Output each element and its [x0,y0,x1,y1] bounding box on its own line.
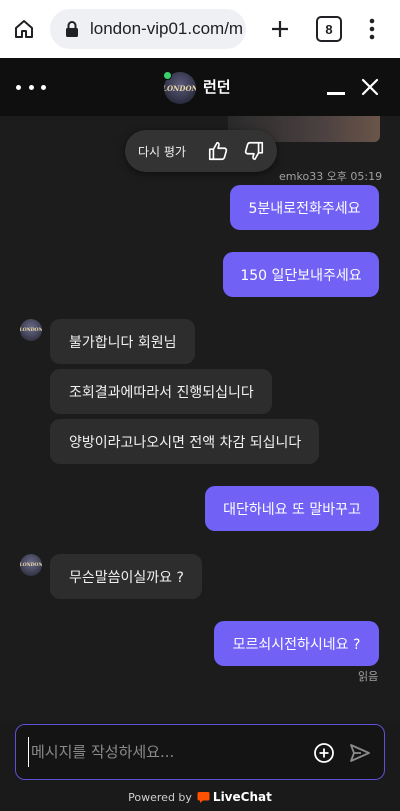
message-bubble-outgoing: 대단하네요 또 말바꾸고 [205,486,379,531]
rating-prompt: 다시 평가 [125,130,277,172]
message-bubble-incoming: 불가합니다 회원님 [50,319,195,364]
read-receipt: 읽음 [358,670,379,683]
livechat-logo[interactable]: LiveChat [197,790,272,804]
message-bubble-outgoing: 모르쇠시전하시네요 ? [214,621,379,666]
message-bubble-outgoing: 5분내로전화주세요 [230,185,379,230]
message-bubble-incoming: 무슨말씀이실까요 ? [50,554,202,599]
minimize-icon[interactable] [326,78,346,98]
tab-switcher-button[interactable]: 8 [316,16,342,42]
url-text: london-vip01.com/m [90,19,244,38]
thumbs-down-icon[interactable] [239,136,269,166]
online-status-dot [163,71,172,80]
agent-avatar-small: LONDON [20,554,42,576]
composer-area: Powered by LiveChat [0,721,400,811]
message-meta: emko33 오후 05:19 [279,170,383,183]
send-icon[interactable] [348,741,372,765]
close-icon[interactable] [360,77,380,97]
add-attachment-icon[interactable] [313,742,335,764]
address-bar[interactable]: london-vip01.com/m [50,9,246,49]
agent-avatar-small: LONDON [20,319,42,341]
browser-toolbar: london-vip01.com/m 8 [0,0,400,58]
home-icon[interactable] [8,13,40,45]
message-composer [15,724,385,780]
powered-by: Powered by LiveChat [0,790,400,804]
kebab-menu-icon[interactable] [356,13,388,45]
livechat-bubble-icon [197,791,210,803]
message-bubble-incoming: 조회결과에따라서 진행되십니다 [50,369,272,414]
new-tab-plus-icon[interactable] [264,13,296,45]
rating-label: 다시 평가 [138,145,186,159]
message-input[interactable] [28,737,308,767]
message-bubble-incoming: 양방이라고나오시면 전액 차감 되십니다 [50,419,319,464]
livechat-brand: LiveChat [212,790,272,804]
more-options-icon[interactable] [16,75,46,99]
thumbs-up-icon[interactable] [203,136,233,166]
chat-header: LONDON 런던 [0,58,400,116]
message-bubble-outgoing: 150 일단보내주세요 [223,252,379,297]
lock-icon [66,21,78,37]
chat-transcript[interactable]: 다시 평가 emko33 오후 05:19 5분내로전화주세요 150 일단보내… [0,116,400,721]
london-logo: LONDON [164,83,196,93]
powered-by-text: Powered by [128,790,192,804]
chat-title: 런던 [203,78,231,96]
